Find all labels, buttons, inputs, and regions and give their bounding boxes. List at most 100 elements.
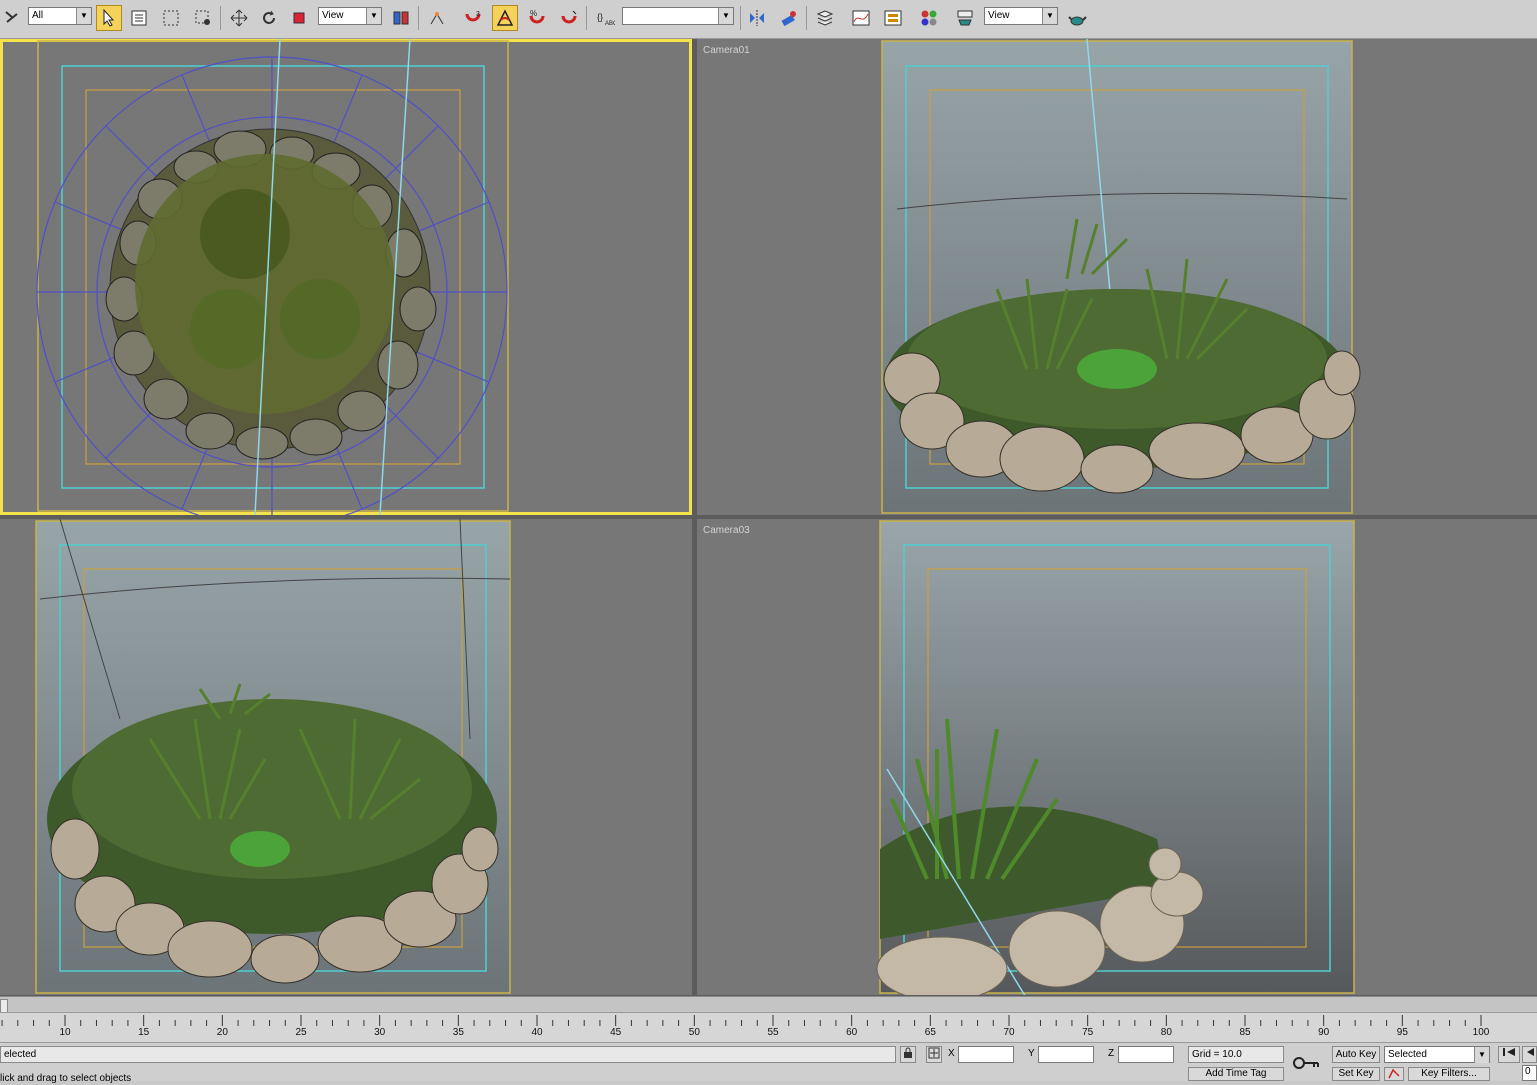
spinner-snap-button[interactable] xyxy=(556,5,582,31)
status-bar: elected lick and drag to select objects … xyxy=(0,1042,1537,1084)
render-setup-button[interactable] xyxy=(952,5,978,31)
current-frame-input[interactable]: 0 xyxy=(1522,1065,1537,1081)
z-coordinate-input[interactable] xyxy=(1118,1046,1174,1063)
svg-text:%: % xyxy=(530,9,537,18)
x-label: X xyxy=(948,1048,955,1059)
mirror-icon xyxy=(750,10,764,26)
time-slider-thumb[interactable] xyxy=(0,999,8,1013)
track-tick-label: 25 xyxy=(295,1027,307,1038)
curve-editor-button[interactable] xyxy=(848,5,874,31)
toolbar-divider xyxy=(806,6,807,30)
schematic-icon xyxy=(884,10,902,26)
previous-frame-icon xyxy=(1526,1048,1534,1056)
key-filters-button[interactable]: Key Filters... xyxy=(1408,1067,1490,1081)
spinner-snap-icon xyxy=(561,10,577,24)
viewport-area: Camera01 Camera03 xyxy=(0,39,1537,996)
select-object-button[interactable] xyxy=(96,5,122,31)
curve-editor-icon xyxy=(852,10,870,26)
chevron-down-icon: ▼ xyxy=(1042,8,1057,24)
angle-snap-button[interactable] xyxy=(492,5,518,31)
align-button[interactable] xyxy=(776,5,802,31)
main-toolbar: All▼ View▼ 3 % {}ABC xyxy=(0,0,1537,39)
selection-filter-dropdown[interactable]: All ▼ xyxy=(28,7,92,25)
percent-snap-icon: % xyxy=(529,9,545,24)
move-button[interactable] xyxy=(226,5,252,31)
track-tick-label: 10 xyxy=(59,1027,71,1038)
quick-render-button[interactable] xyxy=(1064,5,1090,31)
set-key-icon-button[interactable] xyxy=(1384,1067,1404,1081)
rotate-icon xyxy=(263,10,275,24)
rectangular-selection-button[interactable] xyxy=(158,5,184,31)
track-tick-label: 80 xyxy=(1160,1027,1172,1038)
previous-frame-button[interactable] xyxy=(1522,1046,1537,1063)
viewport-camera03[interactable]: Camera03 xyxy=(697,519,1537,995)
track-tick-label: 20 xyxy=(216,1027,228,1038)
layer-manager-button[interactable] xyxy=(812,5,838,31)
key-icon[interactable] xyxy=(1290,1051,1322,1075)
chevron-down-icon: ▼ xyxy=(76,8,91,24)
material-spheres-icon xyxy=(921,10,937,26)
auto-key-button[interactable]: Auto Key xyxy=(1332,1046,1380,1063)
snap-toggle-button[interactable]: 3 xyxy=(460,5,486,31)
viewport-top[interactable] xyxy=(0,39,692,515)
go-to-start-button[interactable] xyxy=(1498,1046,1520,1063)
selection-status: elected xyxy=(0,1046,896,1063)
set-key-button[interactable]: Set Key xyxy=(1332,1067,1380,1081)
track-tick-label: 90 xyxy=(1318,1027,1330,1038)
percent-snap-button[interactable]: % xyxy=(524,5,550,31)
lock-selection-button[interactable] xyxy=(900,1046,916,1063)
dashed-rect-icon xyxy=(163,10,179,26)
material-editor-button[interactable] xyxy=(916,5,942,31)
track-bar[interactable]: 10 15 20 25 30 35 40 45 50 55 60 65 70 75 80 85 90 95 100 xyxy=(0,1012,1537,1043)
lock-icon xyxy=(904,1047,912,1058)
render-preset-dropdown[interactable]: View ▼ xyxy=(984,7,1058,25)
key-mode-dropdown[interactable]: Selected ▼ xyxy=(1384,1046,1490,1063)
track-tick-label: 50 xyxy=(688,1027,700,1038)
viewport-perspective[interactable] xyxy=(0,519,692,995)
svg-text:ABC: ABC xyxy=(605,21,615,27)
scale-button[interactable] xyxy=(286,5,312,31)
ref-coord-dropdown[interactable]: View ▼ xyxy=(318,7,382,25)
add-time-tag-button[interactable]: Add Time Tag xyxy=(1188,1067,1284,1081)
window-crossing-button[interactable] xyxy=(190,5,216,31)
track-tick-label: 45 xyxy=(610,1027,622,1038)
scale-icon xyxy=(293,12,305,24)
select-and-link-icon[interactable] xyxy=(0,5,26,31)
track-tick-label: 60 xyxy=(846,1027,858,1038)
select-by-name-button[interactable] xyxy=(126,5,152,31)
teapot-icon xyxy=(1068,16,1087,26)
track-tick-label: 30 xyxy=(374,1027,386,1038)
y-coordinate-input[interactable] xyxy=(1038,1046,1094,1063)
key-curve-icon xyxy=(1388,1068,1400,1079)
go-to-start-icon xyxy=(1503,1048,1515,1056)
viewport-camera01[interactable]: Camera01 xyxy=(697,39,1537,515)
track-tick-label: 70 xyxy=(1003,1027,1015,1038)
chevron-down-icon: ▼ xyxy=(718,8,733,24)
magnet-icon: 3 xyxy=(465,11,481,22)
top-view-scene xyxy=(36,39,509,515)
track-tick-label: 95 xyxy=(1396,1027,1408,1038)
time-slider[interactable] xyxy=(0,996,1537,1013)
track-tick-label: 35 xyxy=(452,1027,464,1038)
toolbar-divider xyxy=(418,6,419,30)
track-tick-label: 100 xyxy=(1472,1027,1490,1038)
chevron-down-icon: ▼ xyxy=(1474,1047,1489,1063)
mirror-button[interactable] xyxy=(744,5,770,31)
rotate-button[interactable] xyxy=(256,5,282,31)
absolute-mode-button[interactable] xyxy=(926,1046,942,1063)
svg-text:3: 3 xyxy=(476,11,480,18)
named-selection-dropdown[interactable]: ▼ xyxy=(622,7,734,25)
schematic-view-button[interactable] xyxy=(880,5,906,31)
x-coordinate-input[interactable] xyxy=(958,1046,1014,1063)
transform-mode-icon xyxy=(928,1047,940,1059)
edit-named-selection-button[interactable]: {}ABC xyxy=(592,5,618,31)
move-icon xyxy=(230,9,248,27)
pivot-center-button[interactable] xyxy=(388,5,414,31)
manipulate-button[interactable] xyxy=(424,5,450,31)
manipulate-icon xyxy=(430,12,444,25)
track-bar-ticks xyxy=(1,1015,1482,1026)
grid-spacing: Grid = 10.0 xyxy=(1188,1046,1284,1063)
track-tick-label: 40 xyxy=(531,1027,543,1038)
angle-snap-icon xyxy=(496,9,514,26)
list-icon xyxy=(131,10,147,26)
